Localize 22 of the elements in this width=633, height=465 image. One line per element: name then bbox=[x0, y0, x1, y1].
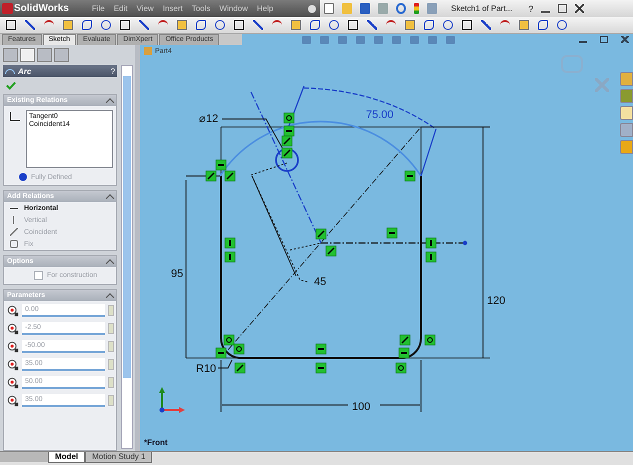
help-button[interactable]: ? bbox=[110, 66, 116, 76]
help-button[interactable]: ? bbox=[528, 4, 534, 14]
menu-item[interactable]: File bbox=[92, 4, 105, 13]
dimension-label[interactable]: 120 bbox=[487, 295, 506, 307]
dimension-label[interactable]: 100 bbox=[352, 401, 370, 413]
menu-item[interactable]: Window bbox=[219, 4, 248, 13]
dimension-label[interactable]: 45 bbox=[314, 276, 326, 288]
document-title: Sketch1 of Part... bbox=[451, 4, 512, 13]
view-label: *Front bbox=[144, 438, 168, 447]
dimension-label[interactable]: R10 bbox=[196, 363, 216, 375]
property-manager-title: Arc bbox=[18, 66, 32, 76]
dimension-label[interactable]: 95 bbox=[171, 268, 184, 280]
dimension-label[interactable]: 75.00 bbox=[366, 109, 394, 121]
bottom-tab[interactable]: Motion Study 1 bbox=[85, 452, 152, 463]
menu-item[interactable]: Tools bbox=[192, 4, 210, 13]
menu-item[interactable]: Edit bbox=[114, 4, 128, 13]
menu-item[interactable]: View bbox=[136, 4, 154, 13]
app-logo: SolidWorks bbox=[14, 3, 69, 14]
menu-item[interactable]: Insert bbox=[162, 4, 183, 13]
bottom-tab[interactable]: Model bbox=[48, 452, 86, 463]
dimension-label[interactable]: ⌀12 bbox=[199, 113, 218, 125]
menu-item[interactable]: Help bbox=[256, 4, 274, 13]
